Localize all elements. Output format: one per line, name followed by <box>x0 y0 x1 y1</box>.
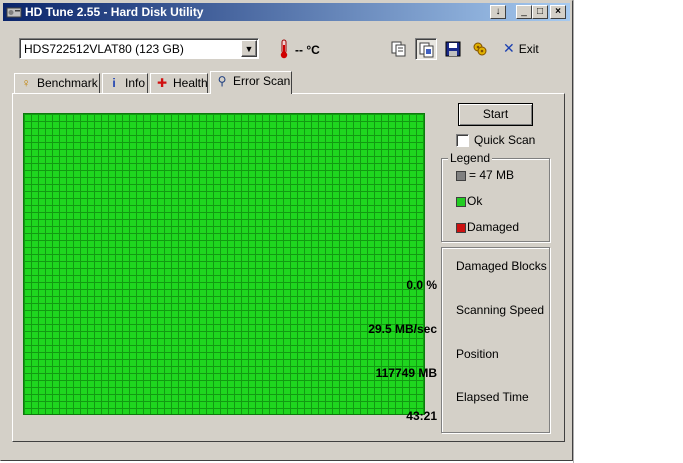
copy-text-icon <box>391 41 406 57</box>
benchmark-icon: ♀ <box>21 76 31 90</box>
background-window-edge <box>573 0 574 463</box>
start-button[interactable]: Start <box>458 103 533 126</box>
health-icon: ✚ <box>156 76 168 90</box>
legend-ok-swatch <box>456 197 466 207</box>
legend-block-size-swatch <box>456 171 466 181</box>
exit-icon: ✕ <box>503 40 515 56</box>
options-icon <box>473 42 487 56</box>
chevron-down-icon[interactable]: ▼ <box>241 40 257 57</box>
temperature-readout: -- °C <box>295 43 320 57</box>
window-title: HD Tune 2.55 - Hard Disk Utility <box>25 5 204 19</box>
scanning-speed-label: Scanning Speed <box>456 303 545 317</box>
exit-button[interactable]: ✕ Exit <box>503 40 539 58</box>
drive-select[interactable]: HDS722512VLAT80 (123 GB) ▼ <box>19 38 259 59</box>
exit-label: Exit <box>518 42 539 56</box>
thermometer-icon <box>280 39 288 59</box>
tab-info[interactable]: i Info <box>102 73 148 93</box>
scan-statistics-group <box>441 247 550 433</box>
legend-damaged-label: Damaged <box>467 220 520 234</box>
drive-select-value: HDS722512VLAT80 (123 GB) <box>24 42 184 56</box>
options-button[interactable] <box>469 38 491 60</box>
tab-health[interactable]: ✚ Health <box>150 73 208 93</box>
elapsed-time-value: 43:21 <box>406 409 437 423</box>
legend-ok-label: Ok <box>467 194 483 208</box>
quick-scan-checkbox[interactable] <box>456 134 469 147</box>
tab-benchmark[interactable]: ♀ Benchmark <box>14 73 100 93</box>
info-icon: i <box>112 76 116 90</box>
elapsed-time-label: Elapsed Time <box>456 390 529 404</box>
tab-error-scan[interactable]: ⚲ Error Scan <box>210 71 292 94</box>
app-window: HD Tune 2.55 - Hard Disk Utility ↓ _ □ ×… <box>0 0 573 461</box>
copy-screenshot-icon <box>419 42 434 58</box>
rollup-button[interactable]: ↓ <box>490 5 506 19</box>
quick-scan-label[interactable]: Quick Scan <box>474 133 535 147</box>
close-button[interactable]: × <box>550 5 566 19</box>
copy-screenshot-button[interactable] <box>415 38 437 60</box>
scanning-speed-value: 29.5 MB/sec <box>368 322 437 336</box>
magnifier-icon: ⚲ <box>217 74 227 88</box>
damaged-blocks-label: Damaged Blocks <box>456 259 547 273</box>
scan-block-map <box>23 113 425 415</box>
maximize-button[interactable]: □ <box>532 5 548 19</box>
copy-text-button[interactable] <box>388 38 410 60</box>
legend-caption: Legend <box>448 151 493 165</box>
legend-block-size-label: = 47 MB <box>469 168 515 182</box>
minimize-button[interactable]: _ <box>516 5 532 19</box>
save-button[interactable] <box>442 38 464 60</box>
position-label: Position <box>456 347 499 361</box>
damaged-blocks-value: 0.0 % <box>406 278 437 292</box>
title-bar[interactable]: HD Tune 2.55 - Hard Disk Utility ↓ _ □ × <box>3 3 570 21</box>
position-value: 117749 MB <box>375 366 437 380</box>
hd-tune-app-icon <box>6 7 22 18</box>
legend-damaged-swatch <box>456 223 466 233</box>
save-icon <box>445 41 461 57</box>
